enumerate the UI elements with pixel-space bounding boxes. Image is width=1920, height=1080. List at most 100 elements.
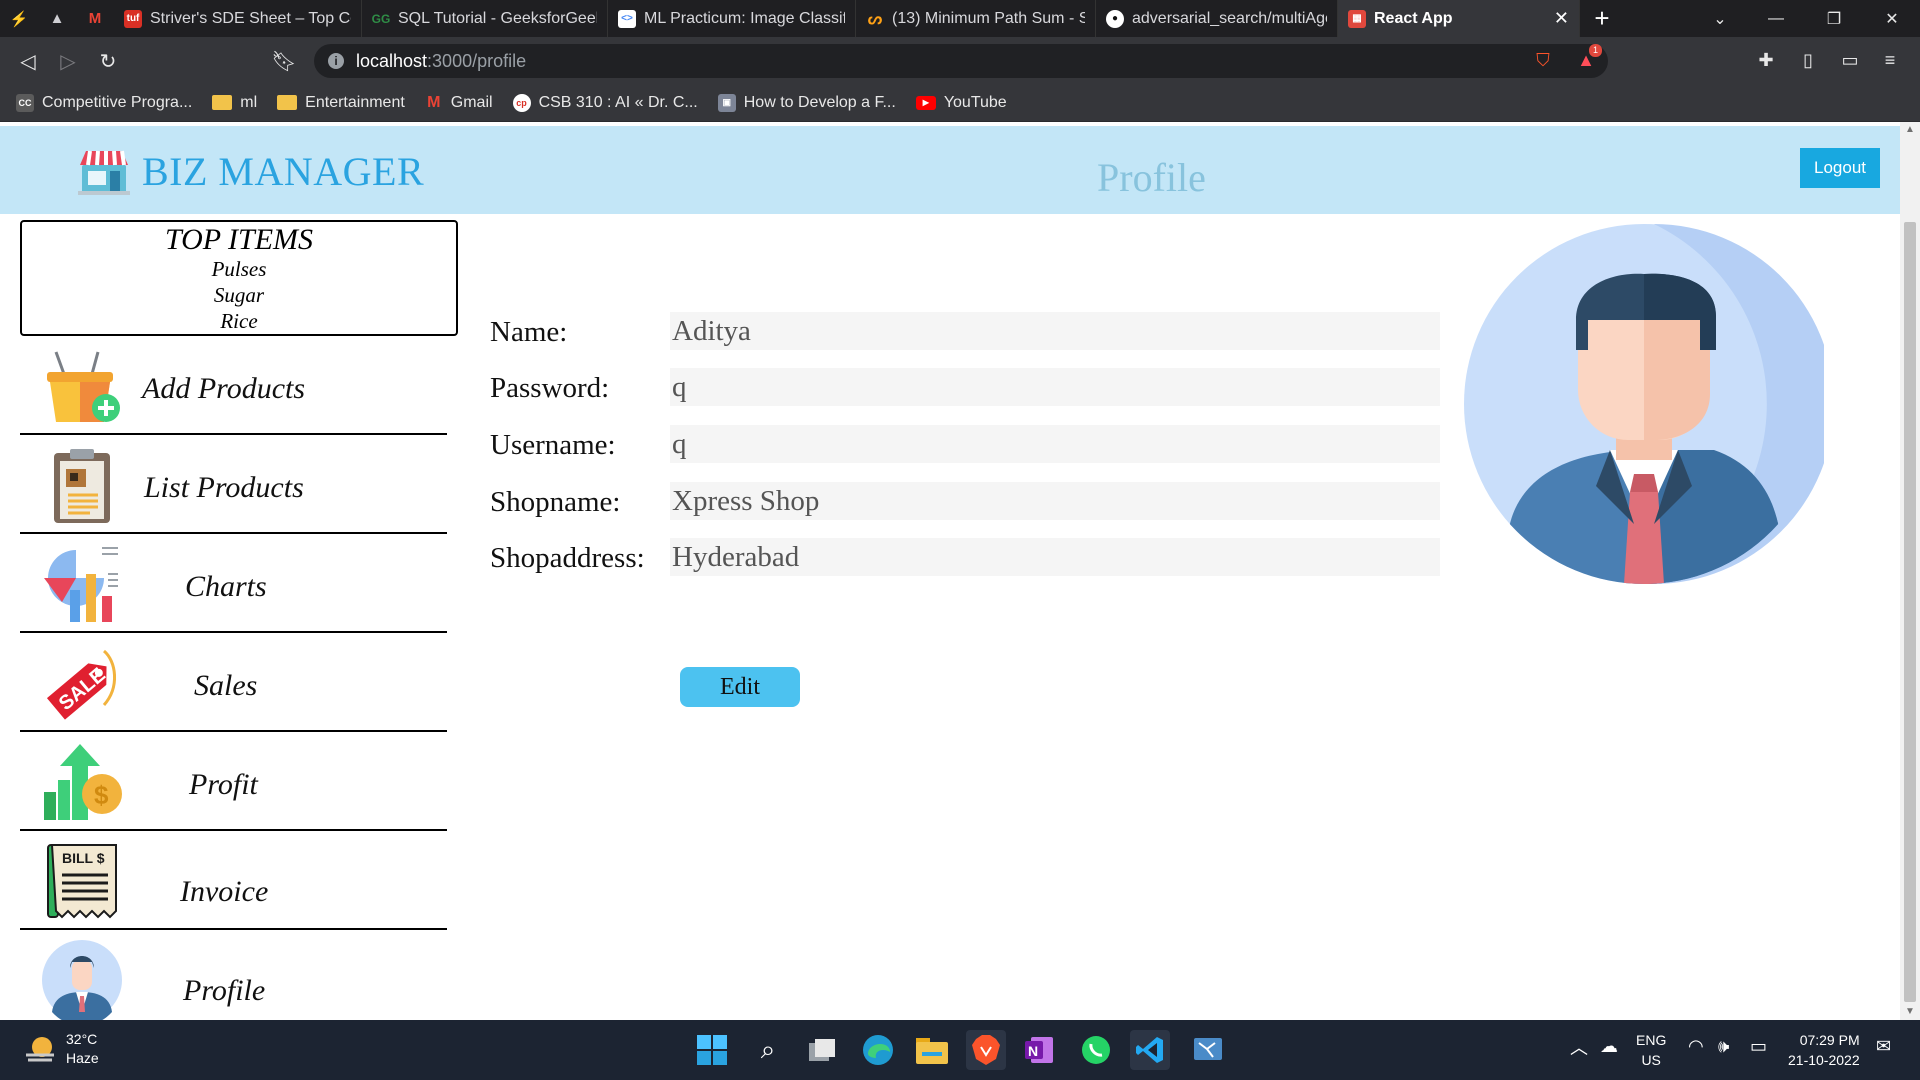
username-input[interactable] bbox=[670, 425, 1440, 463]
tab-label: adversarial_search/multiAgent bbox=[1132, 9, 1327, 27]
tab-sql-tutorial[interactable]: GG SQL Tutorial - GeeksforGeeks bbox=[362, 0, 608, 37]
shopname-input[interactable] bbox=[670, 482, 1440, 520]
reload-icon[interactable]: ↻ bbox=[88, 41, 128, 81]
task-view-icon[interactable] bbox=[802, 1030, 842, 1070]
scroll-down-icon[interactable]: ▼ bbox=[1905, 1006, 1915, 1017]
sidebar-item-invoice[interactable]: BILL $ Invoice bbox=[20, 831, 447, 930]
language-line2: US bbox=[1641, 1052, 1661, 1068]
bookmark-ml[interactable]: ml bbox=[212, 94, 257, 112]
forward-icon[interactable]: ▷ bbox=[48, 41, 88, 81]
sidebar-item-profile[interactable]: Profile bbox=[20, 930, 447, 1020]
clock[interactable]: 07:29 PM 21-10-2022 bbox=[1788, 1030, 1860, 1070]
back-icon[interactable]: ◁ bbox=[8, 41, 48, 81]
bookmark-youtube[interactable]: ▶ YouTube bbox=[915, 94, 1007, 112]
tab-react-app[interactable]: ▦ React App ✕ bbox=[1338, 0, 1580, 37]
tab-label: (13) Minimum Path Sum - Sub bbox=[892, 9, 1085, 27]
sidebar-item-sales[interactable]: SALE Sales bbox=[20, 633, 447, 732]
profile-avatar-icon bbox=[1464, 224, 1824, 584]
menu-icon[interactable]: ≡ bbox=[1876, 46, 1904, 74]
minimize-icon[interactable]: — bbox=[1748, 0, 1804, 37]
brave-shields-icon[interactable]: ⛉ bbox=[1529, 46, 1557, 74]
wifi-icon[interactable]: ◠ bbox=[1688, 1036, 1704, 1056]
onenote-icon[interactable]: N bbox=[1020, 1030, 1060, 1070]
site-info-icon[interactable]: i bbox=[328, 53, 344, 69]
pinned-tab-gmail[interactable]: M bbox=[76, 0, 114, 37]
scroll-thumb[interactable] bbox=[1904, 222, 1916, 1002]
page-scrollbar[interactable]: ▲ ▼ bbox=[1900, 122, 1920, 1020]
weather-haze-icon bbox=[26, 1037, 54, 1062]
sidebar-item-label: Charts bbox=[185, 570, 267, 603]
tab-label: SQL Tutorial - GeeksforGeeks bbox=[398, 9, 597, 27]
address-bar[interactable]: i localhost:3000/profile bbox=[314, 44, 1608, 78]
avatar-icon bbox=[42, 940, 122, 1020]
tab-leetcode[interactable]: ᔕ (13) Minimum Path Sum - Sub bbox=[856, 0, 1096, 37]
cp-icon: cp bbox=[512, 93, 531, 112]
wallet-icon[interactable]: ▭ bbox=[1836, 46, 1864, 74]
edge-icon[interactable] bbox=[858, 1030, 898, 1070]
vscode-icon[interactable] bbox=[1130, 1030, 1170, 1070]
shopaddress-input[interactable] bbox=[670, 538, 1440, 576]
remote-desktop-icon[interactable] bbox=[1188, 1030, 1228, 1070]
sidebar-item-profit[interactable]: $ Profit bbox=[20, 732, 447, 831]
clock-date: 21-10-2022 bbox=[1788, 1052, 1860, 1068]
pinned-tab-2[interactable]: ▲ bbox=[38, 0, 76, 37]
tab-strivers-sheet[interactable]: tuf Striver's SDE Sheet – Top Codi bbox=[114, 0, 362, 37]
youtube-icon: ▶ bbox=[915, 95, 936, 110]
folder-icon bbox=[277, 95, 298, 110]
notifications-icon[interactable]: ✉ bbox=[1876, 1036, 1891, 1056]
field-shopaddress: Shopaddress: bbox=[490, 538, 1440, 578]
password-input[interactable] bbox=[670, 368, 1440, 406]
bookmark-entertainment[interactable]: Entertainment bbox=[277, 94, 405, 112]
tab-ml-practicum[interactable]: <> ML Practicum: Image Classifica bbox=[608, 0, 856, 37]
sidebar-item-list-products[interactable]: List Products bbox=[20, 435, 447, 534]
scroll-up-icon[interactable]: ▲ bbox=[1905, 124, 1915, 135]
close-tab-icon[interactable]: ✕ bbox=[1554, 8, 1569, 29]
close-window-icon[interactable]: ✕ bbox=[1864, 0, 1920, 37]
windows-start-icon[interactable] bbox=[692, 1030, 732, 1070]
url-path: :3000/profile bbox=[427, 50, 527, 71]
svg-text:N: N bbox=[1028, 1043, 1038, 1059]
battery-icon[interactable]: ▭ bbox=[1750, 1036, 1767, 1056]
weather-temp: 32°C bbox=[66, 1031, 98, 1047]
new-tab-button[interactable]: + bbox=[1580, 0, 1624, 37]
edit-button[interactable]: Edit bbox=[680, 667, 800, 707]
pinned-tab-1[interactable]: ⚡ bbox=[0, 0, 38, 37]
brand[interactable]: BIZ MANAGER bbox=[78, 148, 424, 195]
brave-browser-icon[interactable] bbox=[966, 1030, 1006, 1070]
sidebar-item-add-products[interactable]: Add Products bbox=[20, 336, 447, 435]
bookmark-label: CSB 310 : AI « Dr. C... bbox=[538, 93, 698, 111]
name-input[interactable] bbox=[670, 312, 1440, 350]
restore-icon[interactable]: ❐ bbox=[1806, 0, 1862, 37]
search-icon[interactable]: ⌕ bbox=[748, 1030, 788, 1070]
store-icon bbox=[78, 150, 130, 195]
tab-search-icon[interactable]: ⌄ bbox=[1692, 0, 1748, 37]
bookmark-icon[interactable]: 🔖︎ bbox=[264, 41, 304, 81]
field-username: Username: bbox=[490, 425, 1440, 465]
top-items-title: TOP ITEMS bbox=[164, 223, 314, 256]
show-hidden-icons[interactable]: ︿ bbox=[1570, 1038, 1588, 1058]
extensions-icon[interactable]: ✚ bbox=[1752, 46, 1780, 74]
bookmark-competitive-programming[interactable]: CC Competitive Progra... bbox=[16, 93, 193, 112]
top-item: Pulses bbox=[211, 257, 267, 281]
bookmark-label: How to Develop a F... bbox=[743, 93, 896, 111]
sidebar-item-label: Sales bbox=[194, 669, 258, 702]
bookmark-label: Competitive Progra... bbox=[42, 93, 193, 111]
language-indicator[interactable]: ENG US bbox=[1636, 1030, 1666, 1070]
onedrive-icon[interactable]: ☁ bbox=[1600, 1036, 1618, 1056]
article-icon: ▣ bbox=[717, 93, 736, 112]
brave-rewards-icon[interactable]: ▲ 1 bbox=[1572, 44, 1602, 74]
folder-icon bbox=[212, 95, 233, 110]
weather-widget[interactable]: 32°C Haze bbox=[24, 1030, 99, 1068]
file-explorer-icon[interactable] bbox=[912, 1030, 952, 1070]
sidebar-icon[interactable]: ▯ bbox=[1794, 46, 1822, 74]
volume-icon[interactable]: 🕪︎ bbox=[1718, 1036, 1729, 1056]
bookmark-gmail[interactable]: M Gmail bbox=[425, 94, 492, 112]
bookmark-csb310[interactable]: cp CSB 310 : AI « Dr. C... bbox=[512, 93, 698, 112]
bookmark-how-to-develop[interactable]: ▣ How to Develop a F... bbox=[717, 93, 896, 112]
basket-add-icon bbox=[47, 351, 120, 422]
logout-button[interactable]: Logout bbox=[1800, 148, 1880, 188]
tab-github[interactable]: ● adversarial_search/multiAgent bbox=[1096, 0, 1338, 37]
sidebar-item-charts[interactable]: Charts bbox=[20, 534, 447, 633]
bookmark-label: ml bbox=[240, 93, 258, 111]
whatsapp-icon[interactable] bbox=[1076, 1030, 1116, 1070]
